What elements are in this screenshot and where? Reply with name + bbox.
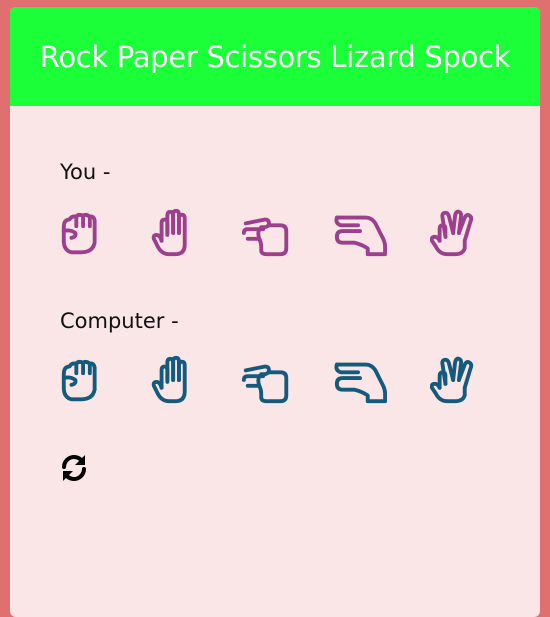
- hand-lizard-icon: [334, 362, 387, 404]
- hand-lizard-icon: [334, 215, 387, 257]
- hand-rock-icon: [61, 359, 97, 402]
- hand-spock-icon: [430, 356, 474, 404]
- game-header: Rock Paper Scissors Lizard Spock: [10, 7, 540, 106]
- hand-spock-icon: [430, 209, 474, 257]
- computer-paper-button[interactable]: [150, 354, 204, 406]
- hand-paper-icon: [151, 355, 187, 404]
- refresh-icon: [62, 455, 86, 481]
- hand-scissors-icon: [241, 217, 289, 257]
- player-label: You -: [60, 160, 111, 184]
- reset-button[interactable]: [58, 452, 90, 484]
- computer-spock-button[interactable]: [430, 354, 484, 406]
- computer-scissors-button[interactable]: [240, 354, 294, 406]
- hand-scissors-icon: [241, 364, 289, 404]
- player-rock-button[interactable]: [58, 207, 112, 259]
- computer-rock-button[interactable]: [58, 354, 112, 406]
- computer-lizard-button[interactable]: [333, 354, 387, 406]
- player-paper-button[interactable]: [150, 207, 204, 259]
- hand-rock-icon: [61, 212, 97, 255]
- game-card: Rock Paper Scissors Lizard Spock You - C…: [10, 7, 540, 617]
- player-scissors-button[interactable]: [240, 207, 294, 259]
- computer-label: Computer -: [60, 309, 179, 333]
- player-spock-button[interactable]: [430, 207, 484, 259]
- hand-paper-icon: [151, 208, 187, 257]
- player-lizard-button[interactable]: [333, 207, 387, 259]
- game-title: Rock Paper Scissors Lizard Spock: [39, 39, 511, 74]
